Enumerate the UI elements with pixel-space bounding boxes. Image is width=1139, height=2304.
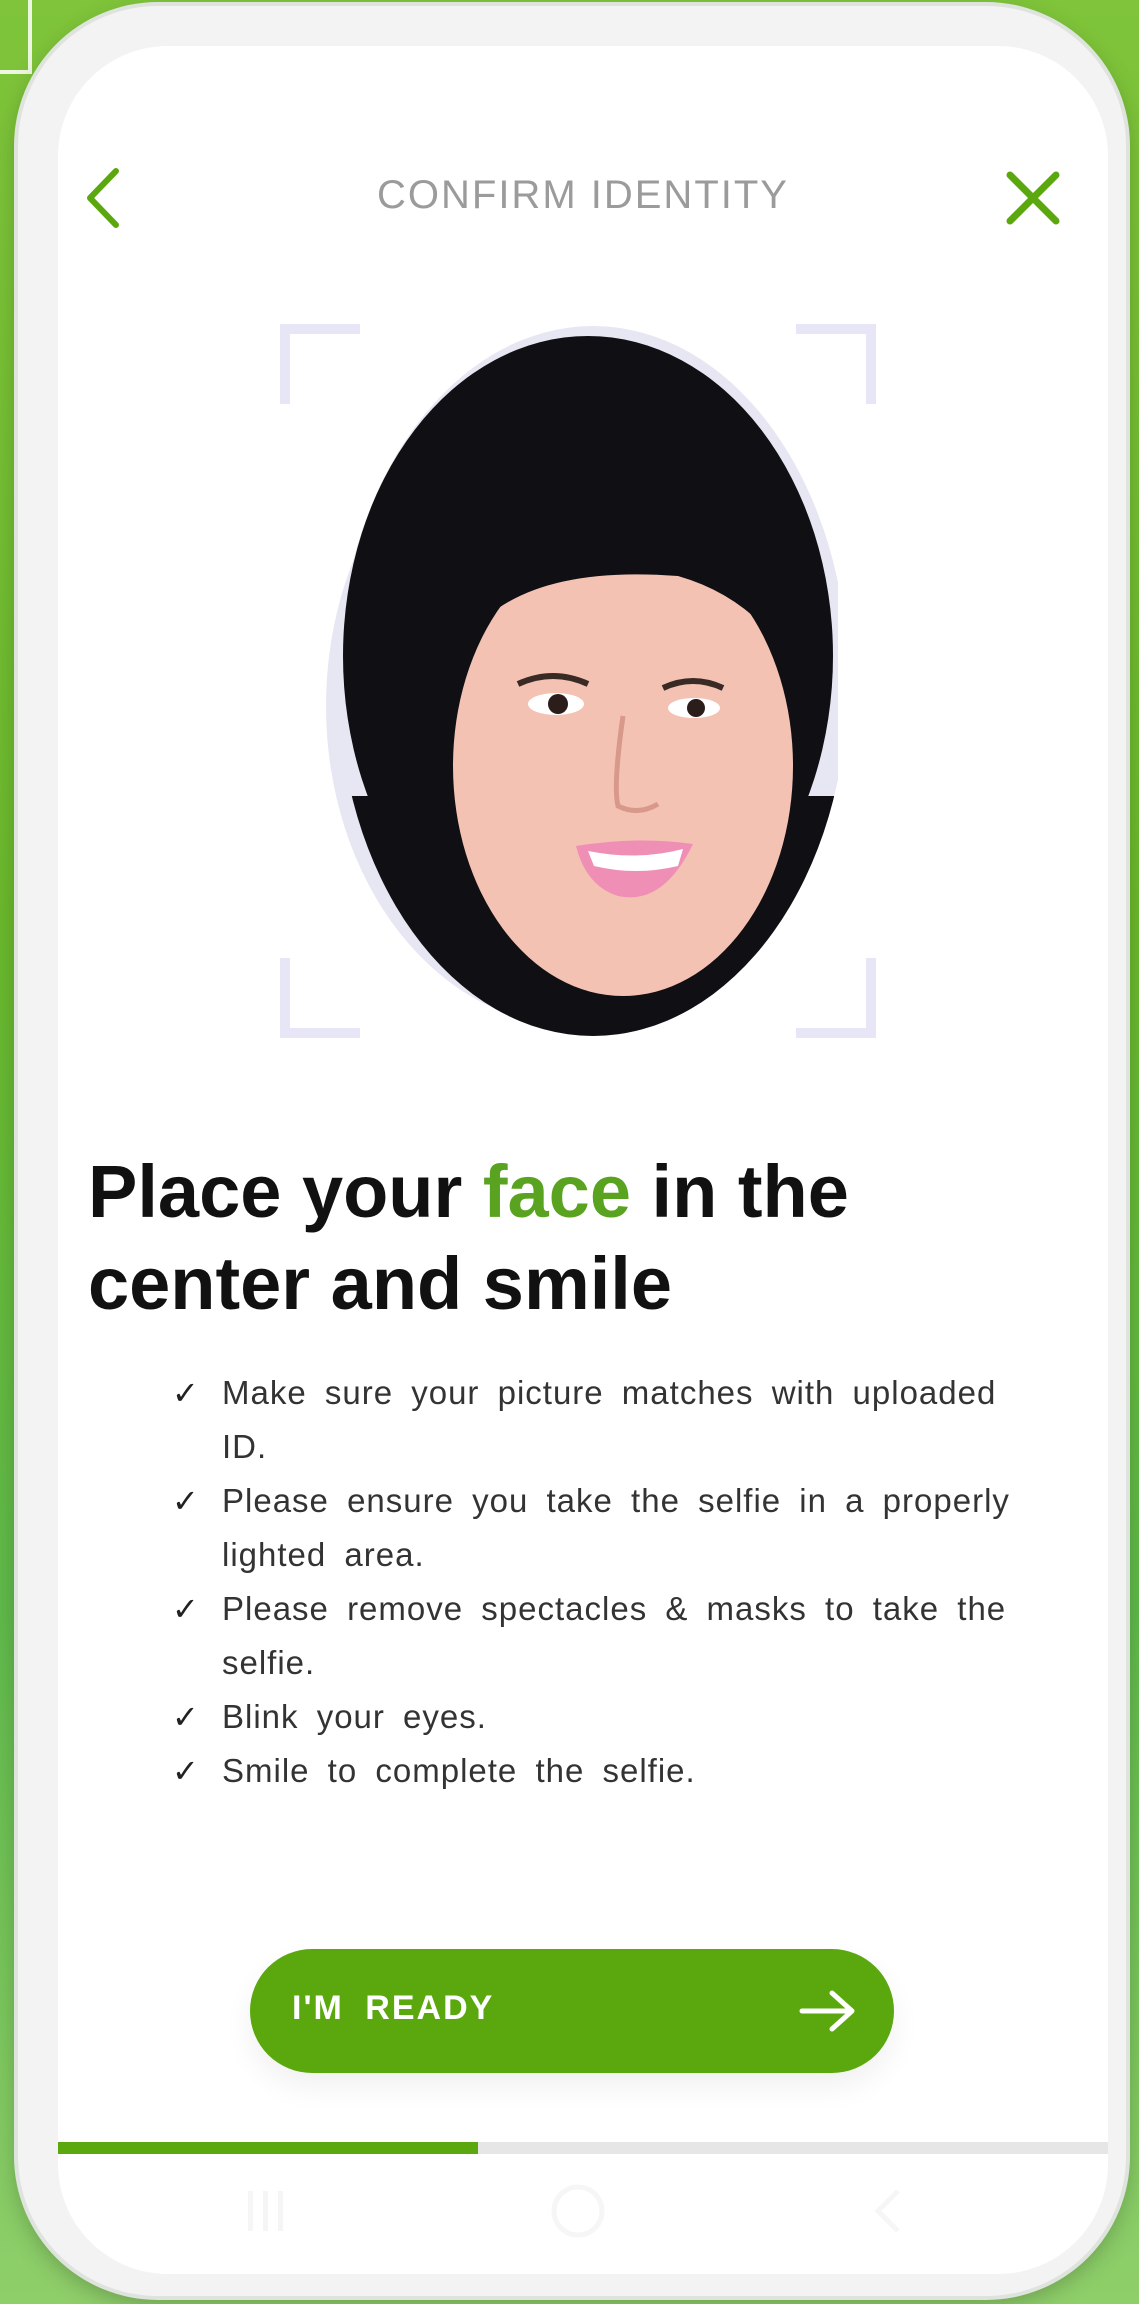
top-bar: CONFIRM IDENTITY bbox=[58, 141, 1108, 251]
system-nav-bar bbox=[58, 2166, 1108, 2266]
phone-frame: CONFIRM IDENTITY Place your face in the … bbox=[18, 6, 1126, 2296]
app-screen: CONFIRM IDENTITY Place your face in the … bbox=[58, 46, 1108, 2274]
background-decoration bbox=[0, 0, 32, 74]
check-icon: ✓ bbox=[172, 1699, 200, 1735]
tip-text: Blink your eyes. bbox=[222, 1698, 487, 1735]
tip-item: ✓ Make sure your picture matches with upl… bbox=[172, 1366, 1042, 1474]
im-ready-label: I'M READY bbox=[292, 1989, 495, 2027]
arrow-right-icon bbox=[799, 1990, 855, 2032]
tip-item: ✓ Smile to complete the selfie. bbox=[172, 1744, 1042, 1798]
tip-text: Smile to complete the selfie. bbox=[222, 1752, 696, 1789]
close-button[interactable] bbox=[998, 163, 1068, 233]
tip-text: Please ensure you take the selfie in a p… bbox=[222, 1482, 1010, 1573]
check-icon: ✓ bbox=[172, 1753, 200, 1789]
close-icon bbox=[1006, 171, 1060, 225]
heading-text: Place your bbox=[88, 1150, 483, 1233]
check-icon: ✓ bbox=[172, 1375, 200, 1411]
face-photo bbox=[338, 326, 838, 1036]
instruction-heading: Place your face in the center and smile bbox=[88, 1146, 1068, 1330]
check-icon: ✓ bbox=[172, 1591, 200, 1627]
heading-accent-word: face bbox=[482, 1150, 631, 1233]
tip-item: ✓ Please ensure you take the selfie in a … bbox=[172, 1474, 1042, 1582]
system-nav-icons bbox=[248, 2184, 900, 2238]
tip-item: ✓ Blink your eyes. bbox=[172, 1690, 1042, 1744]
tip-item: ✓ Please remove spectacles & masks to tak… bbox=[172, 1582, 1042, 1690]
im-ready-button[interactable]: I'M READY bbox=[250, 1949, 894, 2073]
progress-bar-fill bbox=[58, 2142, 478, 2154]
face-capture-frame bbox=[258, 276, 898, 1076]
check-icon: ✓ bbox=[172, 1483, 200, 1519]
progress-bar bbox=[58, 2142, 1108, 2154]
tips-list: ✓ Make sure your picture matches with upl… bbox=[172, 1366, 1042, 1798]
page-title: CONFIRM IDENTITY bbox=[377, 173, 789, 217]
tip-text: Make sure your picture matches with uplo… bbox=[222, 1374, 997, 1465]
tip-text: Please remove spectacles & masks to take… bbox=[222, 1590, 1007, 1681]
